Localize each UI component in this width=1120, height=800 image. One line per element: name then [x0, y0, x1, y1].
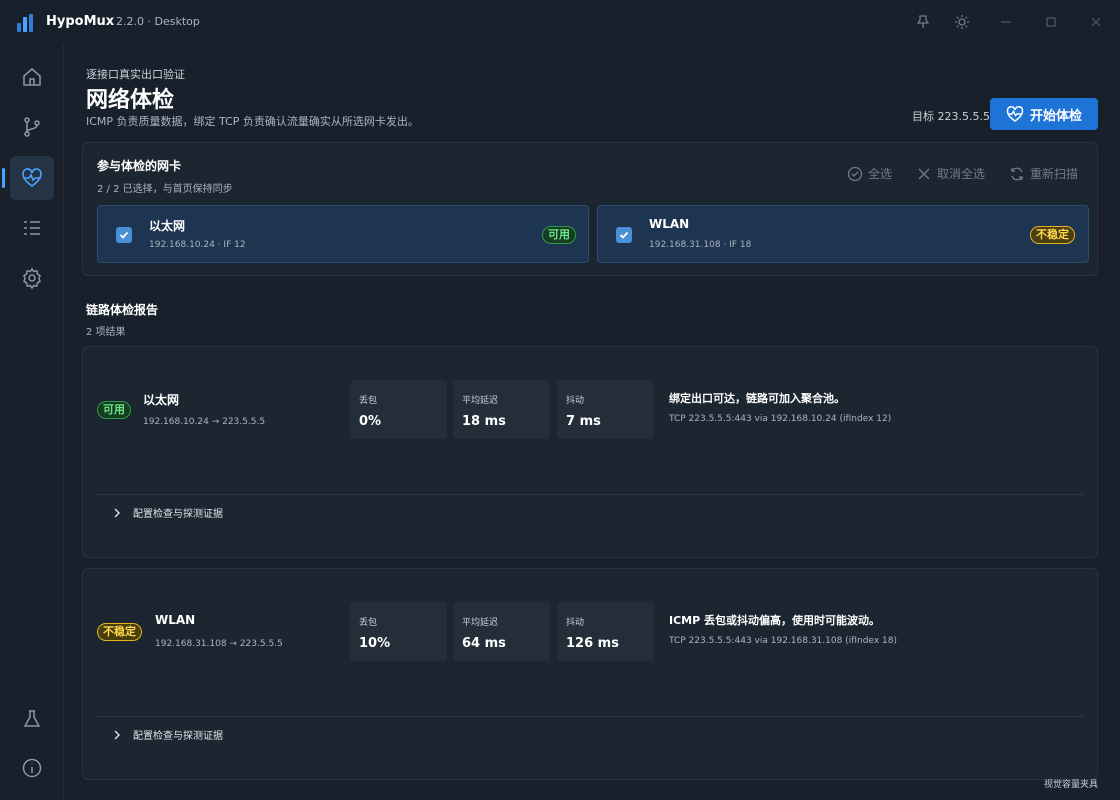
- sidebar-item-home[interactable]: [10, 55, 54, 99]
- main-content: 逐接口真实出口验证 网络体检 ICMP 负责质量数据，绑定 TCP 负责确认流量…: [64, 44, 1120, 800]
- evidence-expander[interactable]: 配置检查与探测证据: [111, 727, 223, 742]
- breadcrumb: 逐接口真实出口验证: [86, 68, 185, 81]
- title-bar: HypoMux 2.2.0 · Desktop: [0, 0, 1120, 44]
- heartbeat-icon: [1006, 106, 1024, 122]
- deselect-all-button[interactable]: 取消全选: [916, 165, 985, 182]
- flask-icon: [23, 710, 41, 727]
- app-name: HypoMux: [46, 14, 115, 29]
- nic-checkbox[interactable]: [116, 227, 132, 243]
- x-icon: [918, 168, 930, 179]
- chevron-right-icon: [114, 508, 120, 517]
- nic-selection-panel: 参与体检的网卡 2 / 2 已选择，与首页保持同步 全选 取消全选 重新扫描 以…: [82, 142, 1098, 276]
- sidebar-item-about[interactable]: [10, 746, 54, 790]
- checkmark-icon: [119, 231, 129, 239]
- target-label: 目标 223.5.5.5: [912, 110, 990, 123]
- divider: [97, 716, 1083, 717]
- metric-value: 7 ms: [566, 414, 601, 429]
- metric-label: 平均延迟: [462, 396, 499, 406]
- metric-value: 0%: [359, 414, 382, 429]
- metric-label: 抖动: [566, 618, 585, 628]
- rescan-label: 重新扫描: [1030, 167, 1079, 181]
- deselect-all-label: 取消全选: [937, 167, 986, 181]
- nic-checkbox[interactable]: [616, 227, 632, 243]
- metric-latency: 平均延迟 18 ms: [453, 380, 550, 439]
- sidebar-item-lab[interactable]: [10, 697, 54, 741]
- page-description: ICMP 负责质量数据，绑定 TCP 负责确认流量确实从所选网卡发出。: [86, 115, 419, 128]
- link-detail: TCP 223.5.5.5:443 via 192.168.31.108 (if…: [669, 636, 897, 646]
- report-card-wlan: 不稳定 WLAN 192.168.31.108 → 223.5.5.5 丢包 1…: [82, 568, 1098, 780]
- metric-label: 平均延迟: [462, 618, 499, 628]
- check-circle-icon: [847, 166, 863, 181]
- status-badge: 可用: [97, 401, 131, 419]
- metric-label: 抖动: [566, 396, 585, 406]
- link-verdict: 绑定出口可达，链路可加入聚合池。: [669, 392, 845, 405]
- link-name: 以太网: [143, 393, 180, 407]
- link-path: 192.168.10.24 → 223.5.5.5: [143, 417, 266, 427]
- metric-jitter: 抖动 7 ms: [557, 380, 654, 439]
- metric-jitter: 抖动 126 ms: [557, 602, 654, 661]
- status-badge: 不稳定: [97, 623, 142, 641]
- refresh-icon: [1011, 167, 1023, 180]
- metric-value: 64 ms: [462, 636, 506, 651]
- rescan-button[interactable]: 重新扫描: [1009, 165, 1078, 182]
- link-detail: TCP 223.5.5.5:443 via 192.168.10.24 (ifI…: [669, 414, 892, 424]
- link-verdict: ICMP 丢包或抖动偏高，使用时可能波动。: [669, 614, 881, 627]
- minimize-icon[interactable]: [996, 12, 1016, 32]
- select-all-button[interactable]: 全选: [847, 165, 892, 182]
- link-path: 192.168.31.108 → 223.5.5.5: [155, 639, 283, 649]
- nic-name: WLAN: [649, 217, 690, 231]
- status-badge: 不稳定: [1030, 226, 1075, 244]
- info-icon: [22, 758, 42, 778]
- metric-value: 18 ms: [462, 414, 506, 429]
- active-nav-indicator: [2, 168, 5, 188]
- pin-icon[interactable]: [913, 12, 933, 32]
- nic-meta: 192.168.31.108 · IF 18: [649, 240, 752, 250]
- close-icon[interactable]: [1086, 12, 1106, 32]
- nic-panel-title: 参与体检的网卡: [97, 159, 182, 173]
- sidebar: [0, 44, 64, 800]
- metric-latency: 平均延迟 64 ms: [453, 602, 550, 661]
- metric-value: 10%: [359, 636, 391, 651]
- evidence-expander[interactable]: 配置检查与探测证据: [111, 505, 223, 520]
- divider: [97, 494, 1083, 495]
- nic-card-wlan[interactable]: WLAN 192.168.31.108 · IF 18 不稳定: [597, 205, 1089, 263]
- app-logo-icon: [17, 14, 33, 32]
- metric-label: 丢包: [359, 396, 378, 406]
- home-icon: [23, 68, 41, 86]
- expander-label: 配置检查与探测证据: [133, 731, 223, 742]
- link-name: WLAN: [155, 613, 196, 627]
- metric-loss: 丢包 10%: [350, 602, 447, 661]
- metric-loss: 丢包 0%: [350, 380, 447, 439]
- branch-icon: [24, 117, 40, 137]
- metric-value: 126 ms: [566, 636, 619, 651]
- select-all-label: 全选: [868, 167, 893, 181]
- sidebar-item-health-check[interactable]: [10, 156, 54, 200]
- start-check-button[interactable]: 开始体检: [990, 98, 1098, 130]
- nic-meta: 192.168.10.24 · IF 12: [149, 240, 246, 250]
- chevron-right-icon: [114, 730, 120, 739]
- metric-label: 丢包: [359, 618, 378, 628]
- settings-icon: [23, 267, 41, 289]
- report-subtitle: 2 项结果: [86, 327, 126, 338]
- report-card-ethernet: 可用 以太网 192.168.10.24 → 223.5.5.5 丢包 0% 平…: [82, 346, 1098, 558]
- status-badge: 可用: [542, 226, 576, 244]
- maximize-icon[interactable]: [1041, 12, 1061, 32]
- sidebar-item-settings[interactable]: [10, 256, 54, 300]
- footer-note: 视觉容量夹具: [1044, 780, 1099, 790]
- expander-label: 配置检查与探测证据: [133, 509, 223, 520]
- checkmark-icon: [619, 231, 629, 239]
- theme-sun-icon[interactable]: [952, 12, 972, 32]
- sidebar-item-branch[interactable]: [10, 105, 54, 149]
- heartbeat-icon: [22, 168, 42, 187]
- report-title: 链路体检报告: [86, 303, 159, 317]
- sidebar-item-list[interactable]: [10, 206, 54, 250]
- nic-name: 以太网: [149, 219, 186, 233]
- start-check-label: 开始体检: [1029, 108, 1082, 124]
- nic-card-ethernet[interactable]: 以太网 192.168.10.24 · IF 12 可用: [97, 205, 589, 263]
- app-version: 2.2.0 · Desktop: [116, 15, 200, 28]
- nic-panel-subtitle: 2 / 2 已选择，与首页保持同步: [97, 184, 233, 195]
- page-title: 网络体检: [86, 88, 175, 113]
- list-icon: [24, 221, 40, 235]
